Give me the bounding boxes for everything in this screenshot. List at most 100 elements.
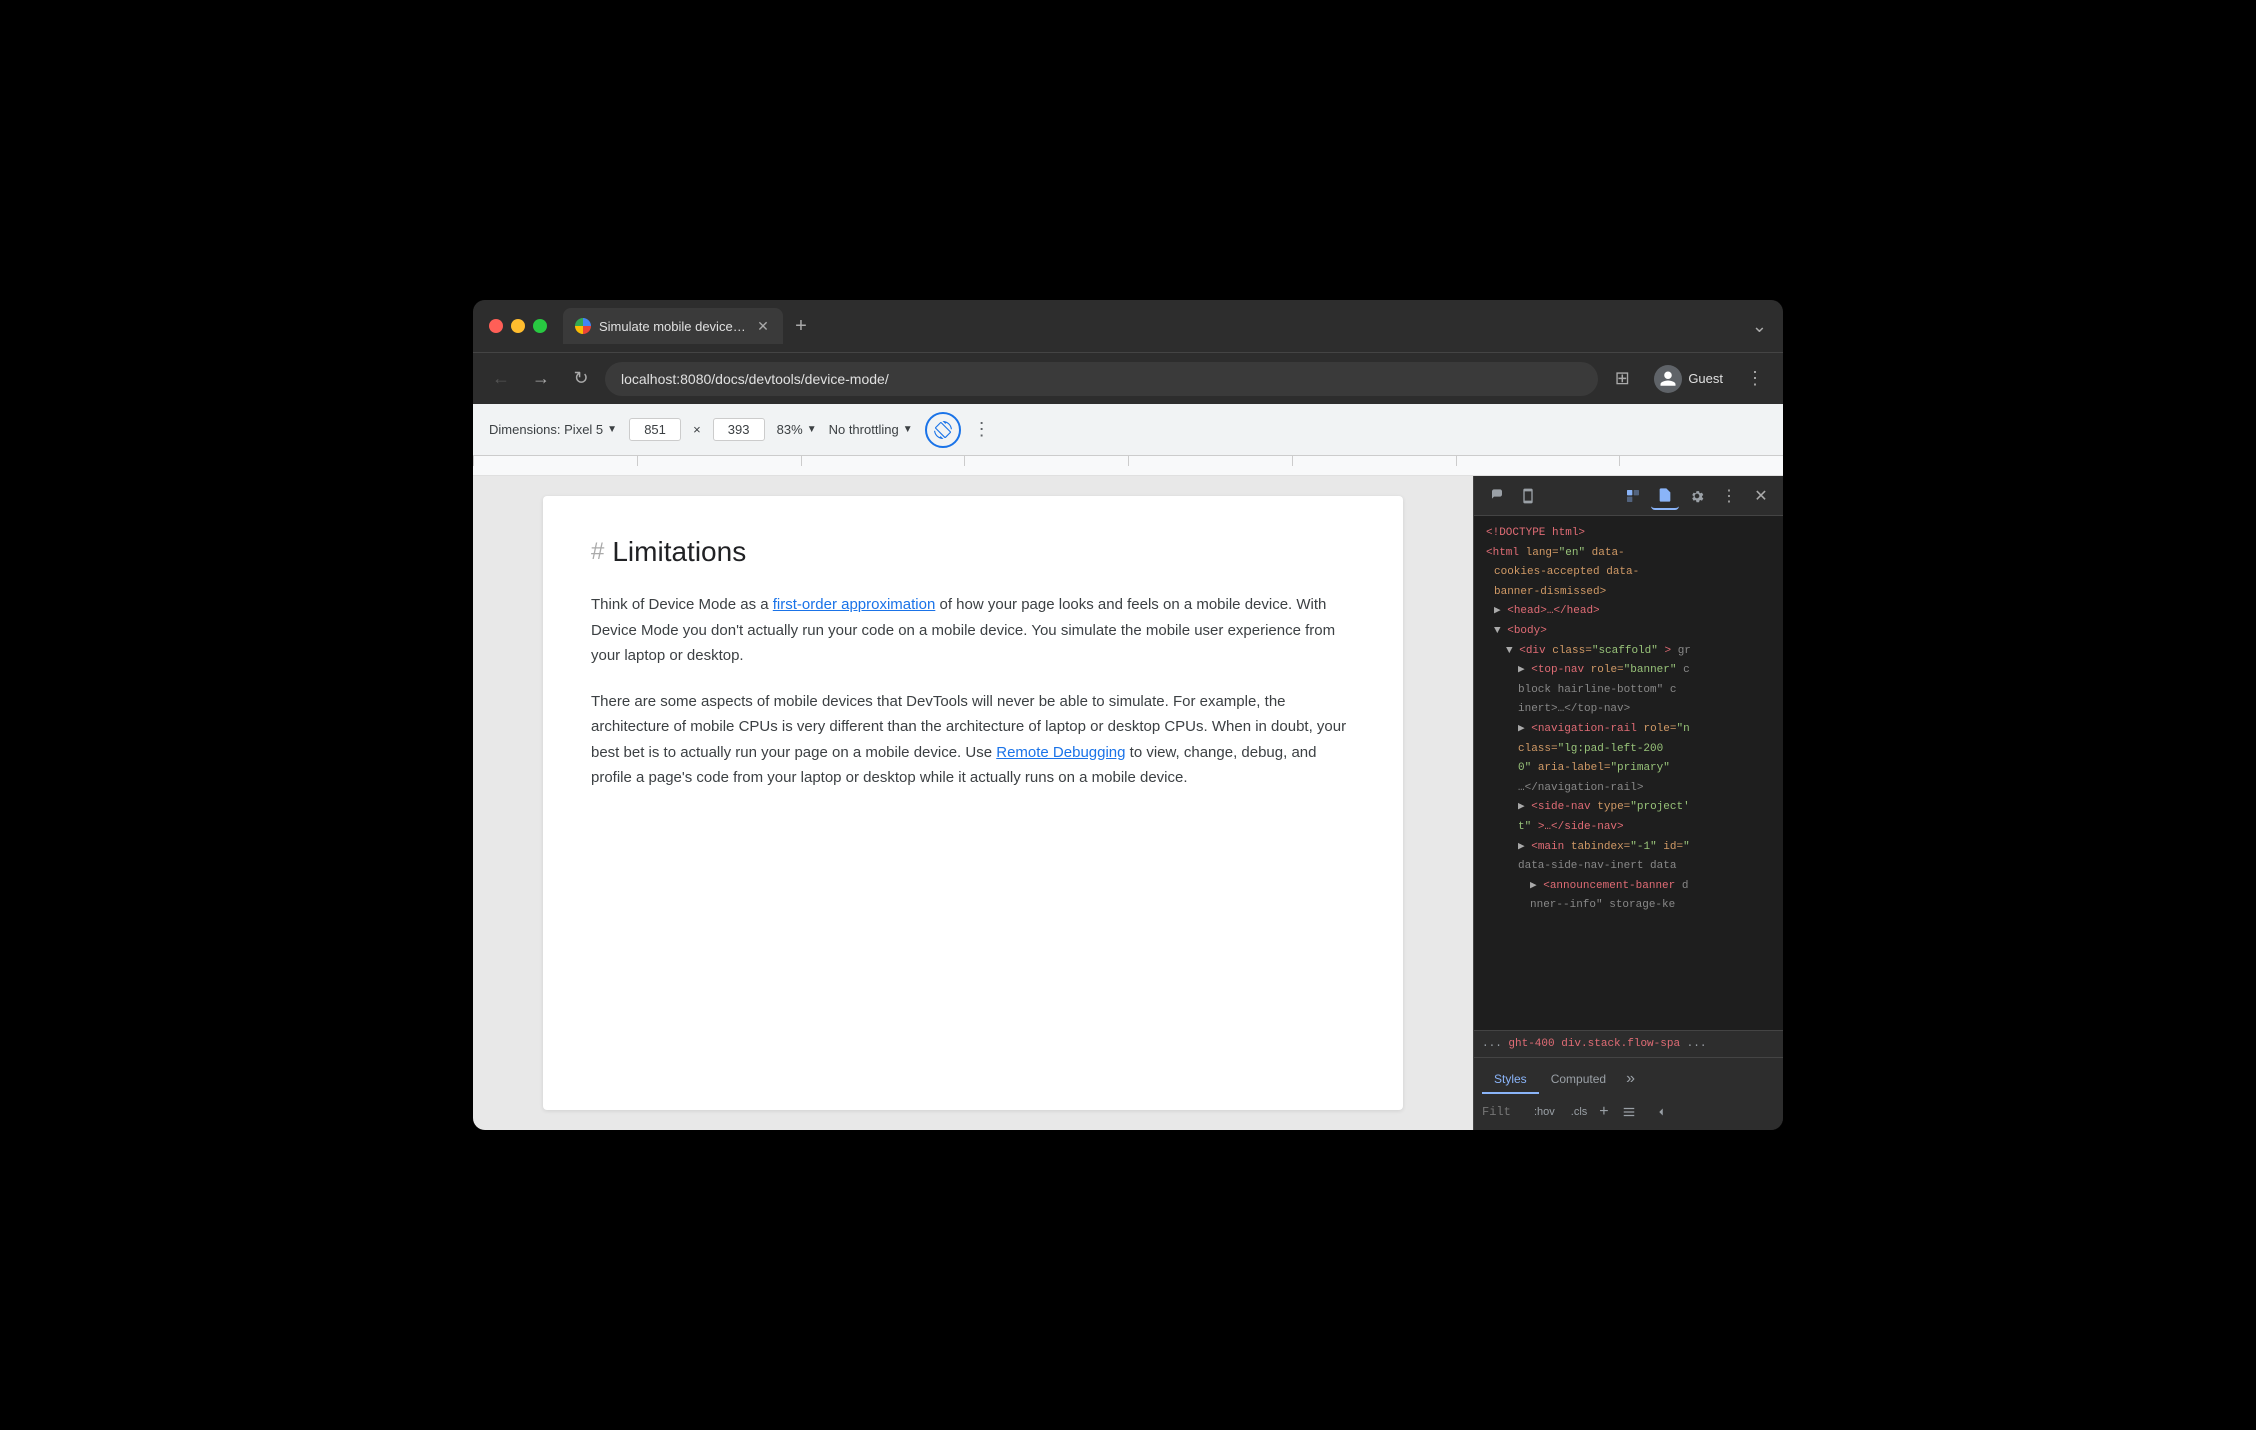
throttle-label: No throttling — [829, 422, 899, 437]
dim-separator: × — [693, 422, 701, 437]
height-input[interactable] — [713, 418, 765, 441]
html-line-topnav[interactable]: ▶ <top-nav role="banner" c — [1478, 661, 1779, 681]
settings-button[interactable] — [1683, 482, 1711, 510]
tab-close-button[interactable]: ✕ — [755, 318, 771, 334]
topnav-triangle[interactable]: ▶ — [1518, 664, 1525, 676]
html-tree[interactable]: <!DOCTYPE html> <html lang="en" data- co… — [1474, 516, 1783, 1030]
sidenav-triangle[interactable]: ▶ — [1518, 801, 1525, 813]
elements-panel-button[interactable] — [1619, 482, 1647, 510]
ruler-mark — [1292, 456, 1456, 466]
minimize-traffic-light[interactable] — [511, 319, 525, 333]
rotate-button[interactable] — [925, 412, 961, 448]
html-line-html-cont[interactable]: cookies-accepted data- — [1478, 563, 1779, 583]
html-line-head[interactable]: ▶ <head>…</head> — [1478, 602, 1779, 622]
main-id-attr: id= — [1663, 841, 1683, 853]
html-line-navrail4[interactable]: …</navigation-rail> — [1478, 779, 1779, 799]
cls-filter-button[interactable]: .cls — [1567, 1104, 1592, 1120]
new-tab-button[interactable]: + — [787, 312, 815, 340]
chrome-menu-button[interactable]: ⋮ — [1739, 363, 1771, 395]
maximize-traffic-light[interactable] — [533, 319, 547, 333]
profile-button[interactable]: Guest — [1646, 361, 1731, 397]
html-line-topnav2[interactable]: block hairline-bottom" c — [1478, 681, 1779, 701]
scaffold-class-attr: class= — [1552, 645, 1592, 657]
sidenav-type-value: "project' — [1630, 801, 1689, 813]
html-line-scaffold[interactable]: ▼ <div class="scaffold" > gr — [1478, 642, 1779, 662]
reload-icon: ↻ — [573, 368, 588, 389]
profile-name: Guest — [1688, 371, 1723, 386]
more-tabs-icon: » — [1626, 1070, 1635, 1087]
announcement-cont: nner--info" storage-ke — [1530, 899, 1675, 911]
html-line-navrail[interactable]: ▶ <navigation-rail role="n — [1478, 720, 1779, 740]
webpage-preview[interactable]: # Limitations Think of Device Mode as a … — [473, 476, 1473, 1130]
navrail-triangle[interactable]: ▶ — [1518, 723, 1525, 735]
html-line-navrail2[interactable]: class="lg:pad-left-200 — [1478, 740, 1779, 760]
more-tools-button[interactable]: ⋮ — [1715, 482, 1743, 510]
body-triangle[interactable]: ▼ — [1494, 625, 1501, 637]
address-bar[interactable]: localhost:8080/docs/devtools/device-mode… — [605, 362, 1598, 396]
device-mode-button[interactable] — [1514, 482, 1542, 510]
zoom-select[interactable]: 83% ▼ — [777, 422, 817, 437]
html-line-topnav3[interactable]: inert>…</top-nav> — [1478, 700, 1779, 720]
html-line-main2[interactable]: data-side-nav-inert data — [1478, 857, 1779, 877]
avatar — [1654, 365, 1682, 393]
navrail-tag: <navigation-rail — [1531, 723, 1637, 735]
main-id-value: " — [1683, 841, 1690, 853]
main-area: # Limitations Think of Device Mode as a … — [473, 476, 1783, 1130]
computed-tab[interactable]: Computed — [1539, 1066, 1618, 1094]
html-line-sidenav[interactable]: ▶ <side-nav type="project' — [1478, 798, 1779, 818]
navrail-aria-attr: aria-label= — [1538, 762, 1611, 774]
window-menu-button[interactable]: ⌄ — [1752, 316, 1767, 337]
hov-filter-button[interactable]: :hov — [1530, 1104, 1559, 1120]
inspect-element-button[interactable] — [1482, 482, 1510, 510]
close-devtools-button[interactable]: ✕ — [1747, 482, 1775, 510]
navrail-role-value: "n — [1676, 723, 1689, 735]
reload-button[interactable]: ↻ — [565, 363, 597, 395]
filter-input[interactable] — [1482, 1105, 1522, 1119]
main-tag: <main — [1531, 841, 1564, 853]
browser-window: Simulate mobile devices with D ✕ + ⌄ ← →… — [473, 300, 1783, 1130]
dimensions-select[interactable]: Dimensions: Pixel 5 ▼ — [489, 422, 617, 437]
back-button[interactable]: ← — [485, 363, 517, 395]
sources-panel-button[interactable] — [1651, 482, 1679, 510]
html-line-sidenav2[interactable]: t" >…</side-nav> — [1478, 818, 1779, 838]
device-toolbar: Dimensions: Pixel 5 ▼ × 83% ▼ No throttl… — [473, 404, 1783, 456]
nav-actions: ⊞ Guest ⋮ — [1606, 361, 1771, 397]
html-line-announcement2[interactable]: nner--info" storage-ke — [1478, 896, 1779, 916]
main-triangle[interactable]: ▶ — [1518, 841, 1525, 853]
html-lang-value: "en" — [1559, 547, 1585, 559]
ruler-mark — [1619, 456, 1783, 466]
traffic-lights — [489, 319, 547, 333]
html-line-html[interactable]: <html lang="en" data- — [1478, 544, 1779, 564]
toggle-sidebar-button[interactable] — [1649, 1100, 1673, 1124]
html-line-html-cont2[interactable]: banner-dismissed> — [1478, 583, 1779, 603]
html-line-doctype[interactable]: <!DOCTYPE html> — [1478, 524, 1779, 544]
extension-button[interactable]: ⊞ — [1606, 363, 1638, 395]
navrail-class-value: "lg:pad-left-200 — [1558, 743, 1664, 755]
active-tab[interactable]: Simulate mobile devices with D ✕ — [563, 308, 783, 344]
html-line-announcement[interactable]: ▶ <announcement-banner d — [1478, 877, 1779, 897]
announcement-triangle[interactable]: ▶ — [1530, 880, 1537, 892]
html-banner-attr: banner-dismissed> — [1494, 586, 1606, 598]
topnav-role-attr: role= — [1591, 664, 1624, 676]
forward-icon: → — [532, 368, 550, 389]
remote-debugging-link[interactable]: Remote Debugging — [996, 744, 1125, 761]
width-input[interactable] — [629, 418, 681, 441]
scaffold-class-value: "scaffold" — [1592, 645, 1658, 657]
html-line-navrail3[interactable]: 0" aria-label="primary" — [1478, 759, 1779, 779]
forward-button[interactable]: → — [525, 363, 557, 395]
navrail-role-attr: role= — [1643, 723, 1676, 735]
first-order-link[interactable]: first-order approximation — [773, 596, 936, 613]
scaffold-triangle[interactable]: ▼ — [1506, 645, 1513, 657]
styles-tab[interactable]: Styles — [1482, 1066, 1539, 1094]
head-triangle[interactable]: ▶ — [1494, 605, 1501, 617]
more-tabs-button[interactable]: » — [1618, 1064, 1643, 1094]
html-line-body[interactable]: ▼ <body> — [1478, 622, 1779, 642]
close-traffic-light[interactable] — [489, 319, 503, 333]
sidenav-type-attr: type= — [1597, 801, 1630, 813]
zoom-dropdown-arrow: ▼ — [807, 424, 817, 435]
html-line-main[interactable]: ▶ <main tabindex="-1" id=" — [1478, 838, 1779, 858]
throttle-select[interactable]: No throttling ▼ — [829, 422, 913, 437]
toolbar-more-button[interactable]: ⋮ — [973, 419, 991, 440]
add-style-button[interactable]: + — [1599, 1103, 1608, 1121]
layout-icon-button[interactable] — [1617, 1100, 1641, 1124]
